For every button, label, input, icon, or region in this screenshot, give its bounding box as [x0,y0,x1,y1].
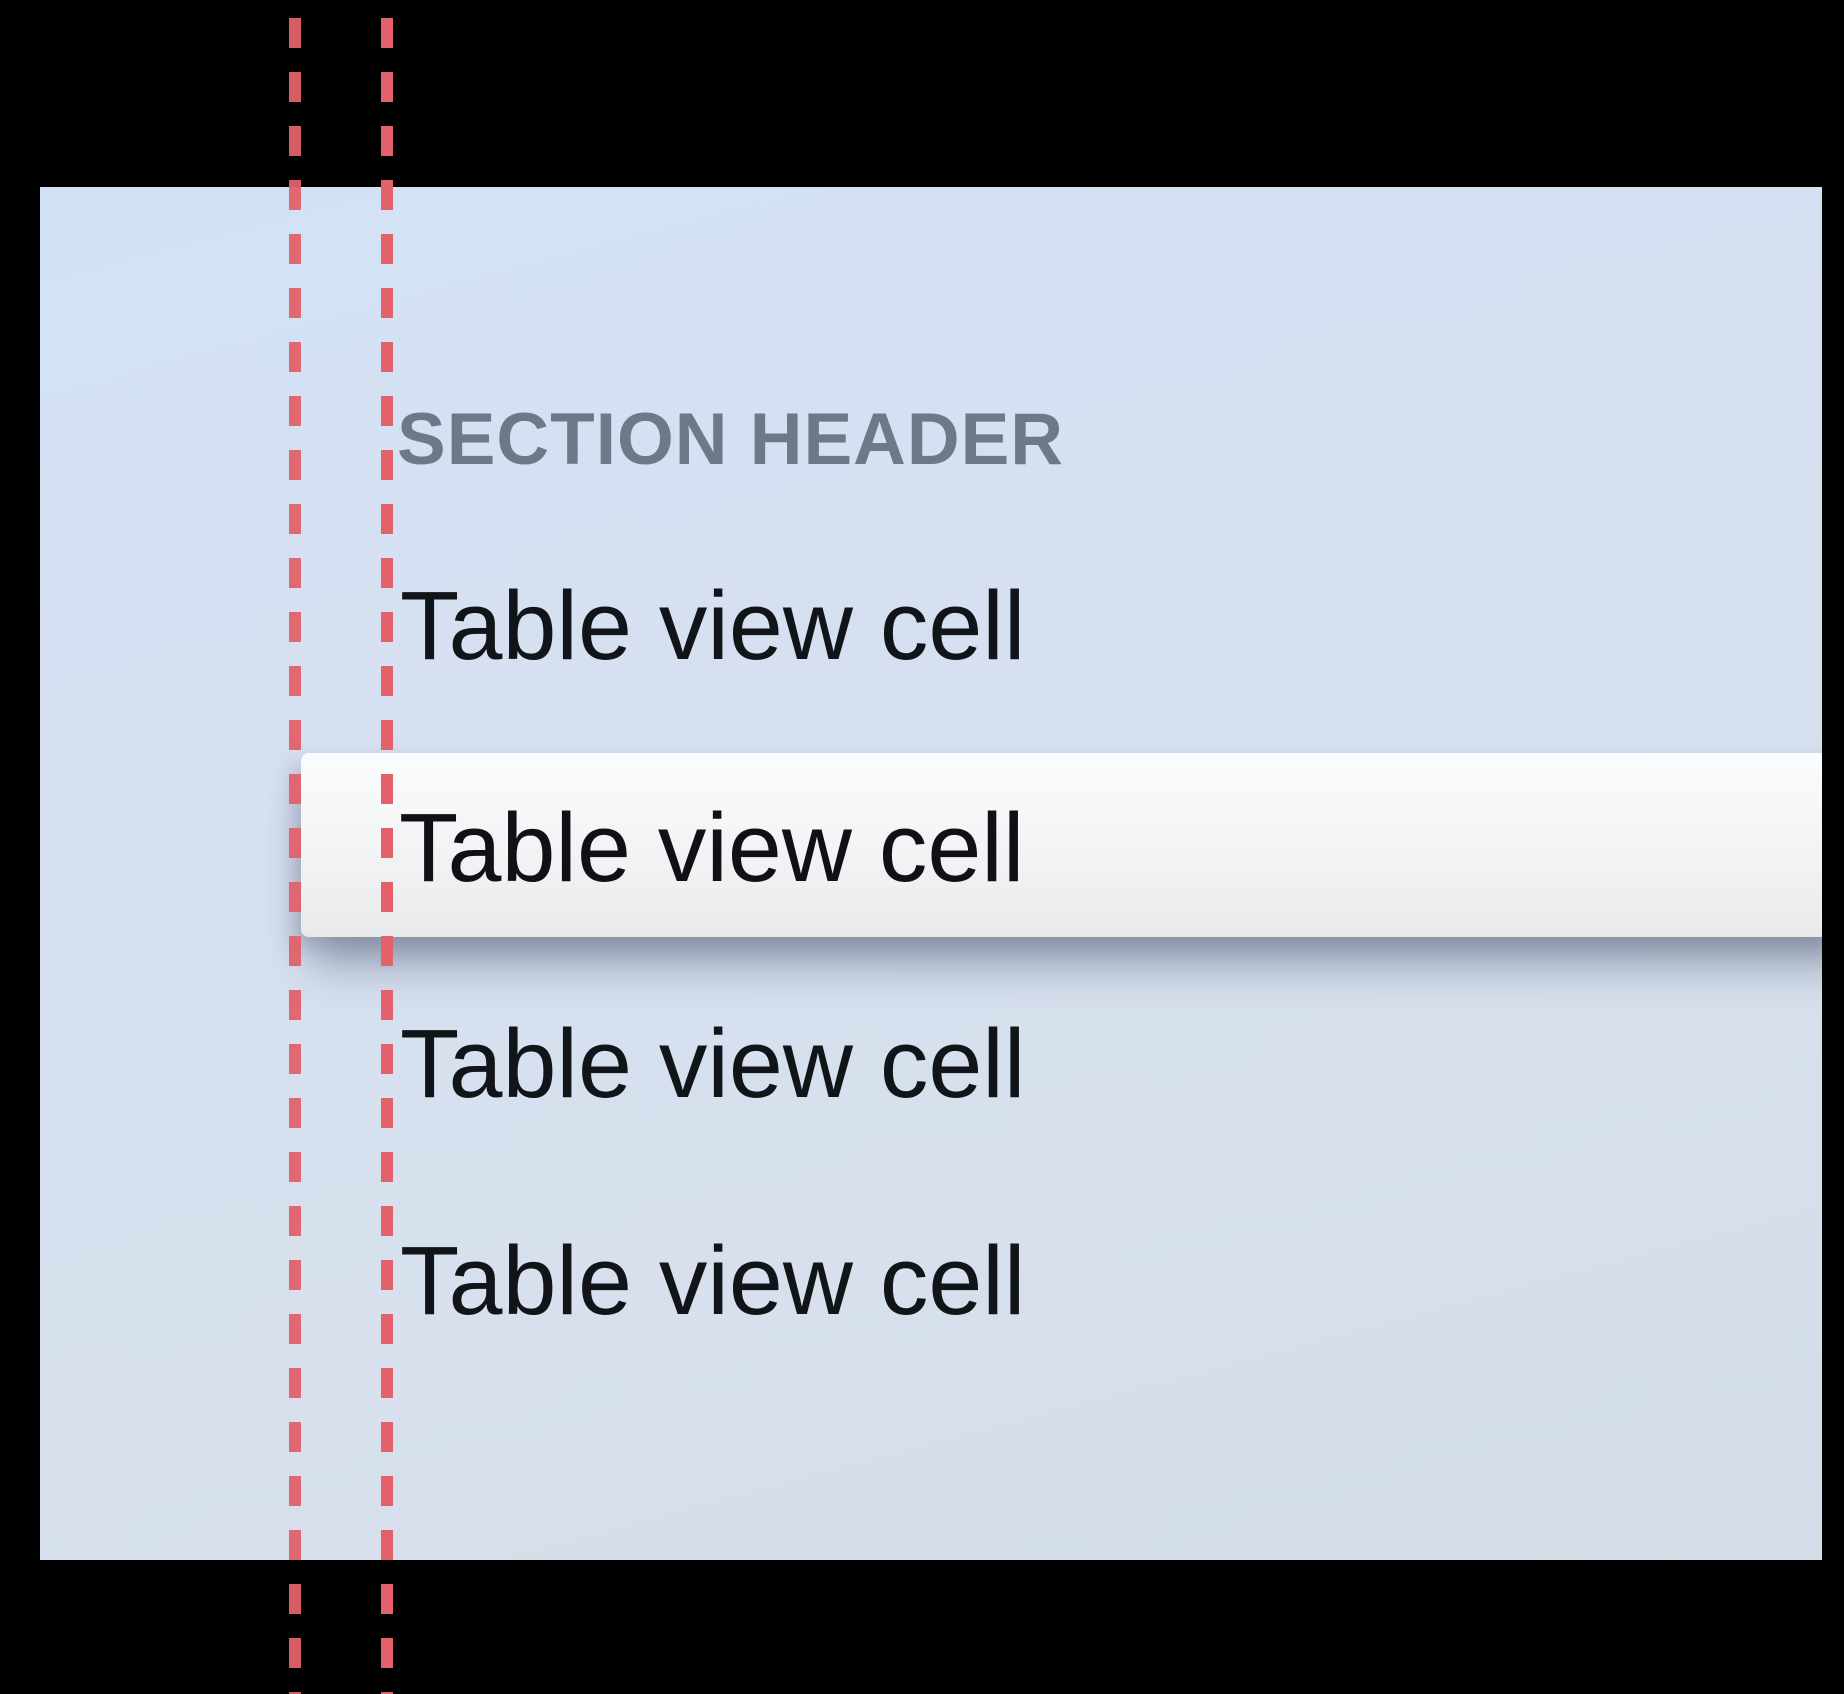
table-cell-label: Table view cell [399,793,1025,902]
layout-guide-line-focus-edge [289,18,301,1694]
tv-screen: SECTION HEADER Table view cell Table vie… [40,187,1822,1560]
table-cell[interactable]: Table view cell [400,1015,1025,1112]
table-cell[interactable]: Table view cell [400,1232,1025,1329]
section-header: SECTION HEADER [397,399,1065,480]
layout-guide-line-text-margin [381,18,393,1694]
table-cell-focused[interactable]: Table view cell [301,753,1822,937]
canvas: SECTION HEADER Table view cell Table vie… [0,0,1844,1694]
table-cell[interactable]: Table view cell [400,577,1025,674]
